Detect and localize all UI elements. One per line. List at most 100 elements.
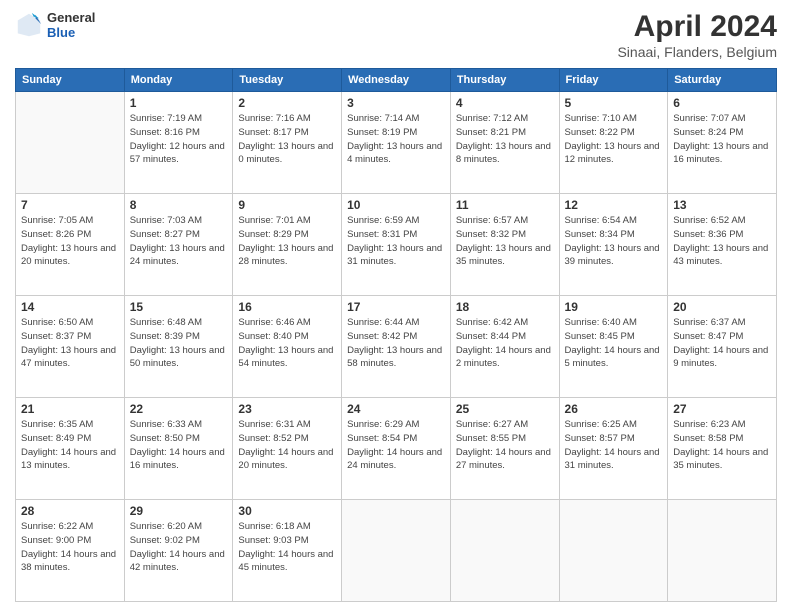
- day-info: Sunrise: 6:31 AM Sunset: 8:52 PM Dayligh…: [238, 418, 336, 473]
- day-number: 15: [130, 300, 228, 314]
- day-info: Sunrise: 7:07 AM Sunset: 8:24 PM Dayligh…: [673, 112, 771, 167]
- table-row: 23 Sunrise: 6:31 AM Sunset: 8:52 PM Dayli…: [233, 398, 342, 500]
- calendar-header-row: Sunday Monday Tuesday Wednesday Thursday…: [16, 69, 777, 92]
- day-number: 27: [673, 402, 771, 416]
- calendar-week-row: 14 Sunrise: 6:50 AM Sunset: 8:37 PM Dayli…: [16, 296, 777, 398]
- subtitle: Sinaai, Flanders, Belgium: [617, 44, 777, 60]
- day-info: Sunrise: 7:05 AM Sunset: 8:26 PM Dayligh…: [21, 214, 119, 269]
- page: General Blue April 2024 Sinaai, Flanders…: [0, 0, 792, 612]
- table-row: 1 Sunrise: 7:19 AM Sunset: 8:16 PM Daylig…: [124, 92, 233, 194]
- day-info: Sunrise: 6:59 AM Sunset: 8:31 PM Dayligh…: [347, 214, 445, 269]
- day-number: 23: [238, 402, 336, 416]
- day-number: 3: [347, 96, 445, 110]
- table-row: 11 Sunrise: 6:57 AM Sunset: 8:32 PM Dayli…: [450, 194, 559, 296]
- day-info: Sunrise: 6:22 AM Sunset: 9:00 PM Dayligh…: [21, 520, 119, 575]
- header: General Blue April 2024 Sinaai, Flanders…: [15, 10, 777, 60]
- day-number: 2: [238, 96, 336, 110]
- table-row: 20 Sunrise: 6:37 AM Sunset: 8:47 PM Dayli…: [668, 296, 777, 398]
- day-number: 14: [21, 300, 119, 314]
- day-number: 7: [21, 198, 119, 212]
- table-row: 15Sunrise: 6:48 AM Sunset: 8:39 PM Dayli…: [124, 296, 233, 398]
- day-info: Sunrise: 6:46 AM Sunset: 8:40 PM Dayligh…: [238, 316, 336, 371]
- title-block: April 2024 Sinaai, Flanders, Belgium: [617, 10, 777, 60]
- day-info: Sunrise: 6:37 AM Sunset: 8:47 PM Dayligh…: [673, 316, 771, 371]
- calendar-week-row: 7 Sunrise: 7:05 AM Sunset: 8:26 PM Daylig…: [16, 194, 777, 296]
- day-info: Sunrise: 7:19 AM Sunset: 8:16 PM Dayligh…: [130, 112, 228, 167]
- table-row: [342, 500, 451, 602]
- day-number: 26: [565, 402, 663, 416]
- day-number: 10: [347, 198, 445, 212]
- day-number: 11: [456, 198, 554, 212]
- table-row: 4Sunrise: 7:12 AM Sunset: 8:21 PM Daylig…: [450, 92, 559, 194]
- col-monday: Monday: [124, 69, 233, 92]
- day-number: 28: [21, 504, 119, 518]
- table-row: [668, 500, 777, 602]
- table-row: 12 Sunrise: 6:54 AM Sunset: 8:34 PM Dayli…: [559, 194, 668, 296]
- day-info: Sunrise: 6:52 AM Sunset: 8:36 PM Dayligh…: [673, 214, 771, 269]
- col-friday: Friday: [559, 69, 668, 92]
- table-row: 22Sunrise: 6:33 AM Sunset: 8:50 PM Dayli…: [124, 398, 233, 500]
- day-number: 13: [673, 198, 771, 212]
- day-info: Sunrise: 6:42 AM Sunset: 8:44 PM Dayligh…: [456, 316, 554, 371]
- day-number: 19: [565, 300, 663, 314]
- day-info: Sunrise: 6:27 AM Sunset: 8:55 PM Dayligh…: [456, 418, 554, 473]
- main-title: April 2024: [617, 10, 777, 44]
- table-row: 24 Sunrise: 6:29 AM Sunset: 8:54 PM Dayli…: [342, 398, 451, 500]
- day-number: 12: [565, 198, 663, 212]
- day-info: Sunrise: 7:10 AM Sunset: 8:22 PM Dayligh…: [565, 112, 663, 167]
- col-sunday: Sunday: [16, 69, 125, 92]
- day-info: Sunrise: 6:18 AM Sunset: 9:03 PM Dayligh…: [238, 520, 336, 575]
- day-number: 29: [130, 504, 228, 518]
- day-info: Sunrise: 6:35 AM Sunset: 8:49 PM Dayligh…: [21, 418, 119, 473]
- day-number: 5: [565, 96, 663, 110]
- day-number: 25: [456, 402, 554, 416]
- day-info: Sunrise: 7:16 AM Sunset: 8:17 PM Dayligh…: [238, 112, 336, 167]
- day-number: 8: [130, 198, 228, 212]
- table-row: 10 Sunrise: 6:59 AM Sunset: 8:31 PM Dayli…: [342, 194, 451, 296]
- table-row: 8 Sunrise: 7:03 AM Sunset: 8:27 PM Daylig…: [124, 194, 233, 296]
- day-info: Sunrise: 6:23 AM Sunset: 8:58 PM Dayligh…: [673, 418, 771, 473]
- table-row: 18 Sunrise: 6:42 AM Sunset: 8:44 PM Dayli…: [450, 296, 559, 398]
- day-number: 20: [673, 300, 771, 314]
- table-row: 2 Sunrise: 7:16 AM Sunset: 8:17 PM Daylig…: [233, 92, 342, 194]
- table-row: 30 Sunrise: 6:18 AM Sunset: 9:03 PM Dayli…: [233, 500, 342, 602]
- table-row: 29 Sunrise: 6:20 AM Sunset: 9:02 PM Dayli…: [124, 500, 233, 602]
- table-row: [559, 500, 668, 602]
- logo-icon: [15, 11, 43, 39]
- day-number: 24: [347, 402, 445, 416]
- table-row: 25 Sunrise: 6:27 AM Sunset: 8:55 PM Dayli…: [450, 398, 559, 500]
- day-info: Sunrise: 7:12 AM Sunset: 8:21 PM Dayligh…: [456, 112, 554, 167]
- day-info: Sunrise: 6:57 AM Sunset: 8:32 PM Dayligh…: [456, 214, 554, 269]
- col-wednesday: Wednesday: [342, 69, 451, 92]
- calendar-week-row: 28 Sunrise: 6:22 AM Sunset: 9:00 PM Dayli…: [16, 500, 777, 602]
- calendar-week-row: 21Sunrise: 6:35 AM Sunset: 8:49 PM Dayli…: [16, 398, 777, 500]
- table-row: 3Sunrise: 7:14 AM Sunset: 8:19 PM Daylig…: [342, 92, 451, 194]
- logo-blue: Blue: [47, 25, 95, 40]
- day-info: Sunrise: 6:29 AM Sunset: 8:54 PM Dayligh…: [347, 418, 445, 473]
- day-number: 9: [238, 198, 336, 212]
- col-thursday: Thursday: [450, 69, 559, 92]
- logo-text: General Blue: [47, 10, 95, 40]
- table-row: 13 Sunrise: 6:52 AM Sunset: 8:36 PM Dayli…: [668, 194, 777, 296]
- table-row: 5 Sunrise: 7:10 AM Sunset: 8:22 PM Daylig…: [559, 92, 668, 194]
- logo: General Blue: [15, 10, 95, 40]
- table-row: 6 Sunrise: 7:07 AM Sunset: 8:24 PM Daylig…: [668, 92, 777, 194]
- day-info: Sunrise: 6:33 AM Sunset: 8:50 PM Dayligh…: [130, 418, 228, 473]
- day-number: 18: [456, 300, 554, 314]
- calendar-week-row: 1 Sunrise: 7:19 AM Sunset: 8:16 PM Daylig…: [16, 92, 777, 194]
- day-info: Sunrise: 6:44 AM Sunset: 8:42 PM Dayligh…: [347, 316, 445, 371]
- day-info: Sunrise: 6:20 AM Sunset: 9:02 PM Dayligh…: [130, 520, 228, 575]
- day-number: 17: [347, 300, 445, 314]
- day-number: 16: [238, 300, 336, 314]
- day-info: Sunrise: 6:25 AM Sunset: 8:57 PM Dayligh…: [565, 418, 663, 473]
- table-row: 9Sunrise: 7:01 AM Sunset: 8:29 PM Daylig…: [233, 194, 342, 296]
- day-info: Sunrise: 6:50 AM Sunset: 8:37 PM Dayligh…: [21, 316, 119, 371]
- col-tuesday: Tuesday: [233, 69, 342, 92]
- day-number: 6: [673, 96, 771, 110]
- day-info: Sunrise: 7:03 AM Sunset: 8:27 PM Dayligh…: [130, 214, 228, 269]
- day-number: 1: [130, 96, 228, 110]
- day-info: Sunrise: 6:54 AM Sunset: 8:34 PM Dayligh…: [565, 214, 663, 269]
- day-number: 30: [238, 504, 336, 518]
- table-row: 17 Sunrise: 6:44 AM Sunset: 8:42 PM Dayli…: [342, 296, 451, 398]
- table-row: [450, 500, 559, 602]
